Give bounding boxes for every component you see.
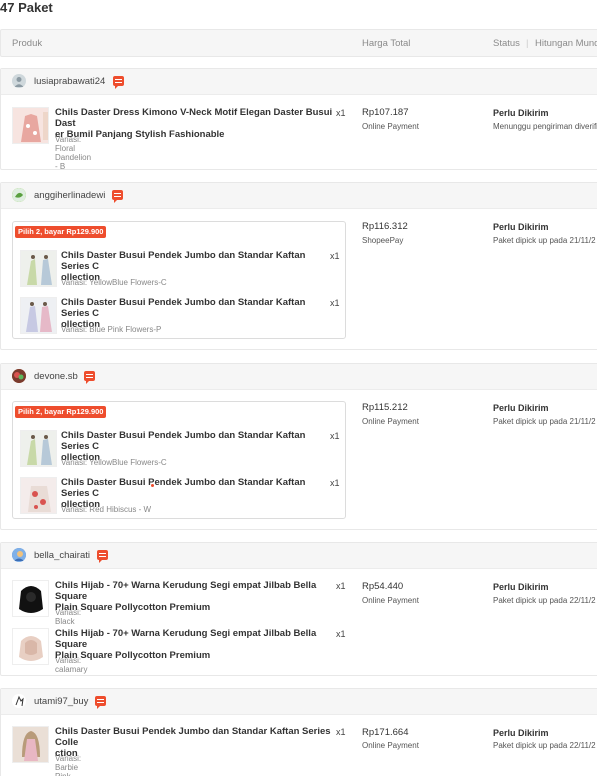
col-harga-total: Harga Total bbox=[362, 38, 411, 49]
product-variant: Variasi: Red Hibiscus - W bbox=[61, 505, 152, 514]
order-header: devone.sb bbox=[1, 364, 597, 390]
col-status: Status bbox=[493, 38, 520, 49]
payment-method: Online Payment bbox=[362, 741, 419, 750]
bundle-promo-badge: Pilih 2, bayar Rp129.900 bbox=[15, 406, 107, 418]
quantity: x1 bbox=[330, 478, 340, 488]
status-description: Paket dipick up pada 22/11/2 bbox=[493, 741, 596, 750]
product-thumbnail[interactable] bbox=[12, 628, 49, 665]
buyer-username[interactable]: lusiaprabawati24 bbox=[34, 76, 105, 87]
order-card: lusiaprabawati24 Chils Daster Dress Kimo… bbox=[0, 68, 597, 171]
table-header: Produk Harga Total Status | Hitungan Mun… bbox=[0, 29, 597, 57]
quantity: x1 bbox=[330, 251, 340, 261]
status-description: Paket dipick up pada 22/11/2 bbox=[493, 596, 596, 605]
status-description: Paket dipick up pada 21/11/2 bbox=[493, 236, 596, 245]
order-card: devone.sb Pilih 2, bayar Rp129.900 Chils… bbox=[0, 363, 597, 530]
order-status: Perlu Dikirim bbox=[493, 728, 549, 738]
quantity: x1 bbox=[336, 581, 346, 591]
order-status: Perlu Dikirim bbox=[493, 108, 549, 118]
chat-icon[interactable] bbox=[113, 76, 124, 89]
bundle-group: Pilih 2, bayar Rp129.900 Chils Daster Bu… bbox=[12, 221, 346, 339]
buyer-username[interactable]: utami97_buy bbox=[34, 696, 88, 707]
product-variant: Variasi: Floral Dandelion - B bbox=[55, 135, 92, 171]
bundle-group: Pilih 2, bayar Rp129.900 Chils Daster Bu… bbox=[12, 401, 346, 519]
total-price: Rp54.440 bbox=[362, 581, 404, 592]
buyer-username[interactable]: bella_chairati bbox=[34, 550, 90, 561]
avatar[interactable] bbox=[12, 548, 26, 562]
chat-icon[interactable] bbox=[95, 696, 106, 709]
chat-icon[interactable] bbox=[84, 371, 95, 384]
order-card: utami97_buy Chils Daster Busui Pendek Ju… bbox=[0, 688, 597, 776]
avatar[interactable] bbox=[12, 188, 26, 202]
order-header: bella_chairati bbox=[1, 543, 597, 569]
total-price: Rp171.664 bbox=[362, 727, 409, 738]
total-price: Rp107.187 bbox=[362, 107, 409, 118]
product-name[interactable]: Chils Daster Busui Pendek Jumbo dan Stan… bbox=[55, 726, 335, 759]
product-thumbnail[interactable] bbox=[12, 726, 49, 763]
product-name[interactable]: Chils Hijab - 70+ Warna Kerudung Segi em… bbox=[55, 628, 335, 661]
product-name[interactable]: Chils Hijab - 70+ Warna Kerudung Segi em… bbox=[55, 580, 335, 613]
buyer-username[interactable]: anggiherlinadewi bbox=[34, 190, 105, 201]
order-status: Perlu Dikirim bbox=[493, 582, 549, 592]
payment-method: Online Payment bbox=[362, 596, 419, 605]
col-hitungan-mundur: Hitungan Mundur bbox=[535, 38, 597, 49]
quantity: x1 bbox=[336, 727, 346, 737]
product-thumbnail[interactable] bbox=[12, 107, 49, 144]
chat-icon[interactable] bbox=[97, 550, 108, 563]
order-status: Perlu Dikirim bbox=[493, 222, 549, 232]
chat-icon[interactable] bbox=[112, 190, 123, 203]
status-description: Paket dipick up pada 21/11/2 bbox=[493, 417, 596, 426]
avatar[interactable] bbox=[12, 694, 26, 708]
product-name[interactable]: Chils Daster Dress Kimono V-Neck Motif E… bbox=[55, 107, 335, 140]
avatar[interactable] bbox=[12, 369, 26, 383]
product-variant: Variasi: Barbie Pink - VB bbox=[55, 754, 82, 776]
total-price: Rp115.212 bbox=[362, 402, 408, 413]
payment-method: Online Payment bbox=[362, 122, 419, 131]
bundle-promo-badge: Pilih 2, bayar Rp129.900 bbox=[15, 226, 107, 238]
product-thumbnail[interactable] bbox=[20, 430, 57, 467]
order-status: Perlu Dikirim bbox=[493, 403, 549, 413]
col-produk: Produk bbox=[12, 38, 43, 49]
quantity: x1 bbox=[330, 298, 340, 308]
product-variant: Variasi: YellowBlue Flowers-C bbox=[61, 458, 167, 467]
product-variant: Variasi: Blue Pink Flowers-P bbox=[61, 325, 162, 334]
product-variant: Variasi: Black bbox=[55, 608, 82, 626]
order-card: anggiherlinadewi Pilih 2, bayar Rp129.90… bbox=[0, 182, 597, 350]
product-variant: Variasi: YellowBlue Flowers-C bbox=[61, 278, 167, 287]
col-separator: | bbox=[526, 38, 529, 49]
quantity: x1 bbox=[336, 108, 346, 118]
product-thumbnail[interactable] bbox=[12, 580, 49, 617]
page-title: 47 Paket bbox=[0, 0, 53, 15]
payment-method: ShopeePay bbox=[362, 236, 404, 245]
quantity: x1 bbox=[336, 629, 346, 639]
product-thumbnail[interactable] bbox=[20, 477, 57, 514]
order-header: anggiherlinadewi bbox=[1, 183, 597, 209]
product-variant: Variasi: calamary bbox=[55, 656, 88, 674]
status-description: Menunggu pengiriman diverifi bbox=[493, 122, 597, 131]
order-card: bella_chairati Chils Hijab - 70+ Warna K… bbox=[0, 542, 597, 676]
avatar[interactable] bbox=[12, 74, 26, 88]
buyer-username[interactable]: devone.sb bbox=[34, 371, 78, 382]
total-price: Rp116.312 bbox=[362, 221, 408, 232]
order-header: utami97_buy bbox=[1, 689, 597, 715]
payment-method: Online Payment bbox=[362, 417, 419, 426]
order-header: lusiaprabawati24 bbox=[1, 69, 597, 95]
product-thumbnail[interactable] bbox=[20, 250, 57, 287]
cursor-dot bbox=[151, 484, 154, 487]
quantity: x1 bbox=[330, 431, 340, 441]
product-thumbnail[interactable] bbox=[20, 297, 57, 334]
